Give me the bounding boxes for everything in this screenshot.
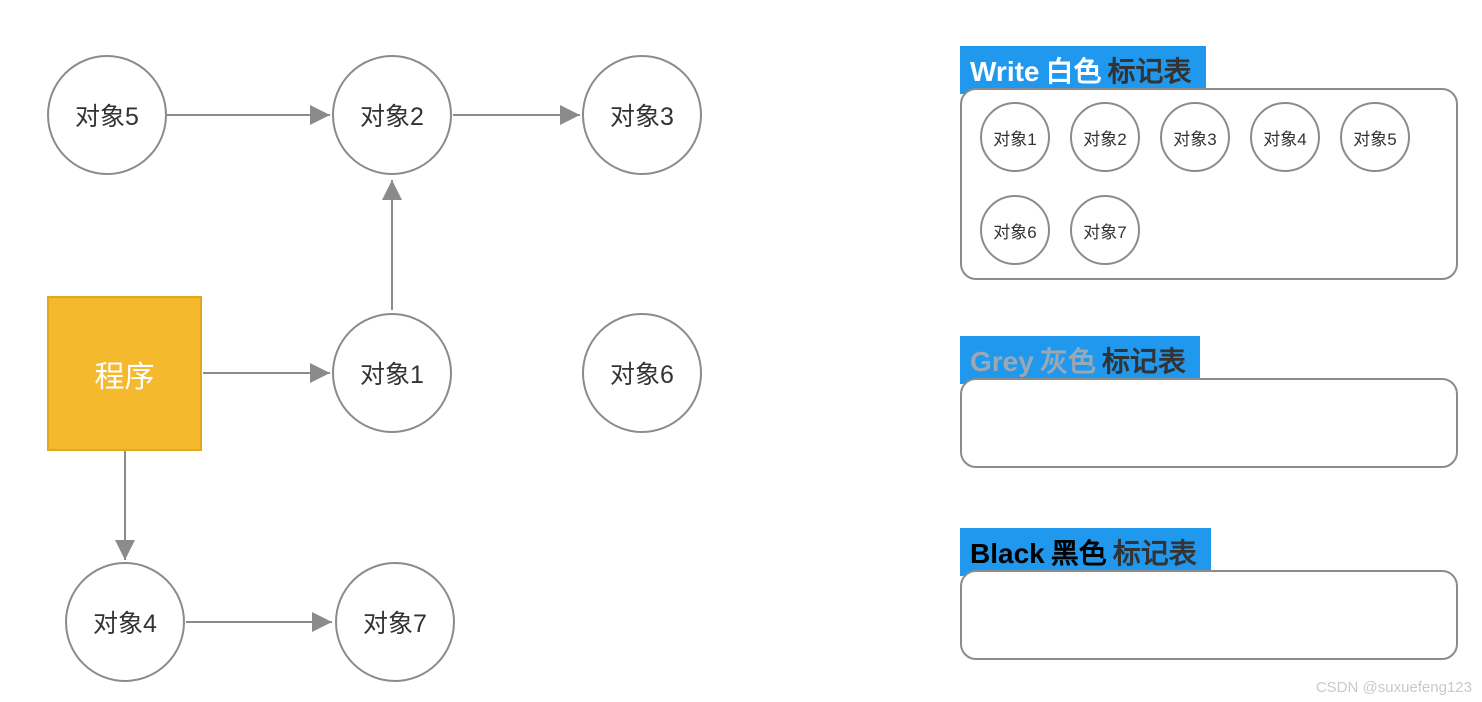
black-title-1: Black [970, 538, 1045, 570]
white-item-2: 对象2 [1070, 102, 1140, 172]
node-o3-label: 对象3 [610, 97, 674, 133]
white-title-2: 白色 [1046, 50, 1102, 90]
grey-title-2: 灰色 [1040, 340, 1096, 380]
white-item-4: 对象4 [1250, 102, 1320, 172]
node-o3: 对象3 [582, 55, 702, 175]
white-item-3: 对象3 [1160, 102, 1230, 172]
program-box: 程序 [47, 296, 202, 451]
node-o7-label: 对象7 [363, 604, 427, 640]
white-item-1: 对象1 [980, 102, 1050, 172]
node-o4: 对象4 [65, 562, 185, 682]
node-o2: 对象2 [332, 55, 452, 175]
white-item-6: 对象6 [980, 195, 1050, 265]
white-panel-title: Write 白色标记表 [960, 46, 1206, 94]
node-o1: 对象1 [332, 313, 452, 433]
node-o7: 对象7 [335, 562, 455, 682]
white-item-5: 对象5 [1340, 102, 1410, 172]
node-o1-label: 对象1 [360, 355, 424, 391]
black-title-2: 黑色 [1051, 532, 1107, 572]
watermark: CSDN @suxuefeng123 [1316, 679, 1472, 696]
node-o5-label: 对象5 [75, 97, 139, 133]
white-title-3: 标记表 [1108, 50, 1192, 90]
node-o4-label: 对象4 [93, 604, 157, 640]
grey-title-1: Grey [970, 346, 1034, 378]
program-label: 程序 [95, 352, 155, 396]
white-item-7: 对象7 [1070, 195, 1140, 265]
node-o5: 对象5 [47, 55, 167, 175]
black-title-3: 标记表 [1113, 532, 1197, 572]
grey-title-3: 标记表 [1102, 340, 1186, 380]
node-o6: 对象6 [582, 313, 702, 433]
grey-panel-title: Grey 灰色标记表 [960, 336, 1200, 384]
black-panel-title: Black 黑色标记表 [960, 528, 1211, 576]
diagram-canvas: 程序 对象5 对象2 对象3 对象1 对象6 对象4 对象7 Write 白色标… [0, 0, 1482, 702]
black-panel-box [960, 570, 1458, 660]
grey-panel-box [960, 378, 1458, 468]
node-o6-label: 对象6 [610, 355, 674, 391]
white-title-1: Write [970, 56, 1040, 88]
node-o2-label: 对象2 [360, 97, 424, 133]
white-panel-box: 对象1 对象2 对象3 对象4 对象5 对象6 对象7 [960, 88, 1458, 280]
